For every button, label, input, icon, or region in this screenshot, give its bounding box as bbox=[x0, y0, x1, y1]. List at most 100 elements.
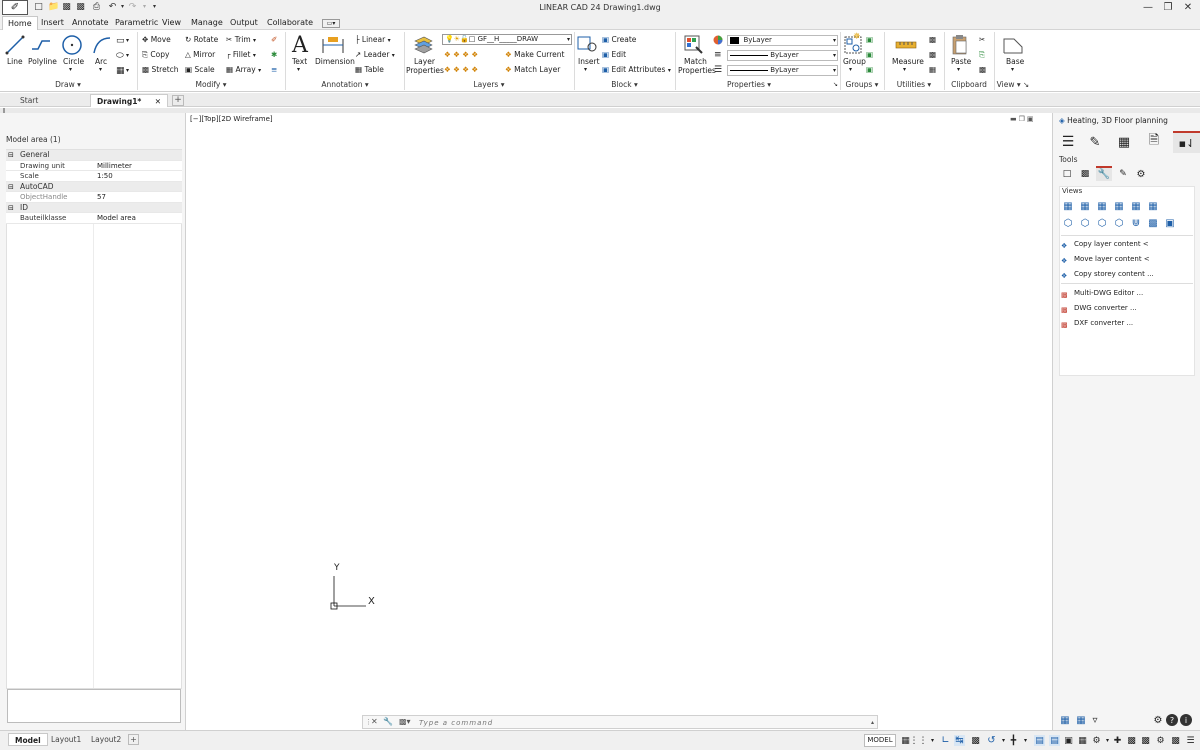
snap-dropdown-icon[interactable]: ▾ bbox=[927, 735, 938, 746]
workspace-icon[interactable]: ⚙ bbox=[1091, 735, 1102, 746]
match-properties-label-1[interactable]: Match bbox=[684, 57, 707, 66]
layer-properties-label-1[interactable]: Layer bbox=[414, 57, 435, 66]
group-select-icon[interactable]: ▣ bbox=[866, 65, 873, 74]
explode-icon[interactable]: ✱ bbox=[271, 50, 277, 59]
polyline-icon[interactable] bbox=[30, 34, 52, 56]
move-button[interactable]: ✥ Move bbox=[142, 35, 171, 44]
palette-layers-icon[interactable]: ▦ bbox=[1075, 714, 1087, 726]
view-bottom-icon[interactable]: ▦ bbox=[1147, 200, 1159, 212]
view-plan-icon[interactable]: ⋓ bbox=[1130, 217, 1142, 229]
polar-icon[interactable]: ↹ bbox=[954, 735, 965, 746]
paste-icon[interactable] bbox=[950, 34, 970, 56]
paste-dropdown-icon[interactable]: ▾ bbox=[957, 66, 960, 73]
command-dropdown-icon[interactable]: ▴ bbox=[871, 719, 874, 726]
add-layout-icon[interactable]: + bbox=[128, 734, 139, 745]
group-autocad[interactable]: ⊟ AutoCAD bbox=[6, 181, 182, 192]
create-block-button[interactable]: ▣ Create bbox=[602, 35, 636, 44]
palette-settings-icon[interactable]: ⚙ bbox=[1152, 714, 1164, 726]
edit-icon[interactable]: ✎ bbox=[1086, 133, 1104, 151]
view-camera-icon[interactable]: ▩ bbox=[1147, 217, 1159, 229]
measure-dropdown-icon[interactable]: ▾ bbox=[903, 66, 906, 73]
insert-button[interactable]: Insert bbox=[578, 57, 600, 66]
circle-icon[interactable] bbox=[61, 33, 83, 57]
leader-button[interactable]: ↗ Leader ▾ bbox=[355, 50, 395, 59]
ungroup-icon[interactable]: ▣ bbox=[866, 35, 873, 44]
tab-home[interactable]: Home bbox=[2, 16, 38, 31]
hatch-dropdown-icon[interactable]: ▾ bbox=[126, 67, 129, 74]
group-button[interactable]: Group bbox=[843, 57, 866, 66]
clean-screen-icon[interactable]: ▩ bbox=[1170, 735, 1181, 746]
layout-tab-model[interactable]: Model bbox=[8, 733, 48, 746]
line-button[interactable]: Line bbox=[7, 57, 23, 66]
new-tab-icon[interactable]: + bbox=[172, 95, 184, 106]
view-se-iso-icon[interactable]: ⬡ bbox=[1079, 217, 1091, 229]
dimension-icon[interactable] bbox=[320, 34, 346, 56]
measure-icon[interactable] bbox=[895, 38, 917, 52]
model-space-toggle[interactable]: MODEL bbox=[864, 734, 896, 747]
object-snap-icon[interactable]: ╋ bbox=[1008, 735, 1019, 746]
property-row[interactable]: Bauteilklasse Model area bbox=[6, 213, 182, 224]
move-layer-content-button[interactable]: ❖ Move layer content < bbox=[1061, 253, 1150, 265]
view-ucs-icon[interactable]: ▣ bbox=[1164, 217, 1176, 229]
command-close-icon[interactable]: ✕ bbox=[371, 717, 378, 726]
layer-tools-row2[interactable]: ❖ ❖ ❖ ❖ bbox=[444, 65, 478, 74]
tool-settings-icon[interactable]: ⚙ bbox=[1135, 168, 1147, 180]
base-view-icon[interactable] bbox=[1002, 35, 1024, 55]
view-left-icon[interactable]: ▦ bbox=[1096, 200, 1108, 212]
tab-output[interactable]: Output bbox=[225, 16, 263, 30]
view-nw-iso-icon[interactable]: ⬡ bbox=[1113, 217, 1125, 229]
tab-annotate[interactable]: Annotate bbox=[67, 16, 114, 30]
tab-start[interactable]: Start bbox=[14, 94, 90, 107]
linetype-dropdown[interactable]: ByLayer ▾ bbox=[727, 50, 838, 61]
dxf-converter-button[interactable]: ▩ DXF converter ... bbox=[1061, 317, 1133, 329]
insert-dropdown-icon[interactable]: ▾ bbox=[584, 66, 587, 73]
document-icon[interactable]: 🗎 bbox=[1145, 133, 1163, 151]
command-settings-icon[interactable]: 🔧 bbox=[383, 717, 393, 726]
arc-dropdown-icon[interactable]: ▾ bbox=[99, 66, 102, 73]
view-ne-iso-icon[interactable]: ⬡ bbox=[1096, 217, 1108, 229]
layer-properties-icon[interactable] bbox=[412, 33, 434, 55]
panel-title-view[interactable]: View ▾ ↘ bbox=[994, 80, 1032, 90]
offset-icon[interactable]: ≡ bbox=[271, 65, 277, 74]
array-button[interactable]: ▦ Array ▾ bbox=[226, 65, 261, 74]
isolate-objects-icon[interactable]: ▩ bbox=[1140, 735, 1151, 746]
mirror-button[interactable]: △ Mirror bbox=[185, 50, 215, 59]
properties-dialog-launcher-icon[interactable]: ↘ bbox=[833, 81, 838, 88]
view-right-icon[interactable]: ▦ bbox=[1113, 200, 1125, 212]
circle-dropdown-icon[interactable]: ▾ bbox=[69, 66, 72, 73]
paste-button[interactable]: Paste bbox=[951, 57, 971, 66]
rectangle-dropdown-icon[interactable]: ▾ bbox=[126, 37, 129, 44]
view-back-icon[interactable]: ▦ bbox=[1079, 200, 1091, 212]
tool-edit-icon[interactable]: ▩ bbox=[1079, 168, 1091, 180]
viewport-controls[interactable]: [−][Top][2D Wireframe] bbox=[190, 115, 273, 123]
base-button[interactable]: Base bbox=[1006, 57, 1024, 66]
property-row[interactable]: ObjectHandle 57 bbox=[6, 192, 182, 203]
multi-dwg-editor-button[interactable]: ▩ Multi-DWG Editor ... bbox=[1061, 287, 1143, 299]
snap-icon[interactable]: ⋮⋮ bbox=[910, 735, 928, 746]
match-properties-icon[interactable] bbox=[682, 33, 704, 55]
viewport-window-controls[interactable]: ▬❐▣ bbox=[1010, 115, 1036, 123]
isometric-icon[interactable]: ▩ bbox=[970, 735, 981, 746]
layout-tab-layout1[interactable]: Layout1 bbox=[45, 733, 87, 746]
erase-icon[interactable]: ✐ bbox=[271, 35, 277, 44]
color-wheel-icon[interactable] bbox=[713, 35, 723, 47]
object-snap-tracking-icon[interactable]: ↺ bbox=[986, 735, 997, 746]
minimize-icon[interactable]: — bbox=[1138, 1, 1158, 14]
panel-title-groups[interactable]: Groups ▾ bbox=[841, 80, 883, 90]
menu-icon[interactable]: ☰ bbox=[1059, 133, 1077, 151]
quick-select-icon[interactable]: ▩ bbox=[929, 35, 936, 44]
panel-title-draw[interactable]: Draw ▾ bbox=[0, 80, 136, 90]
rotate-button[interactable]: ↻ Rotate bbox=[185, 35, 218, 44]
hatch-icon[interactable]: ▦ bbox=[116, 66, 125, 76]
dimension-button[interactable]: Dimension bbox=[315, 57, 355, 66]
circle-button[interactable]: Circle bbox=[63, 57, 84, 66]
tab-view[interactable]: View bbox=[157, 16, 186, 30]
make-current-button[interactable]: ❖ Make Current bbox=[505, 50, 564, 59]
panel-title-block[interactable]: Block ▾ bbox=[575, 80, 674, 90]
calculator-palette-icon[interactable]: ▦ bbox=[1115, 133, 1133, 151]
scale-button[interactable]: ▣ Scale bbox=[185, 65, 215, 74]
arc-button[interactable]: Arc bbox=[95, 57, 107, 66]
property-row[interactable]: Scale 1:50 bbox=[6, 171, 182, 182]
palette-view-icon[interactable]: ▦ bbox=[1059, 714, 1071, 726]
rectangle-icon[interactable]: ▭ bbox=[116, 36, 125, 46]
